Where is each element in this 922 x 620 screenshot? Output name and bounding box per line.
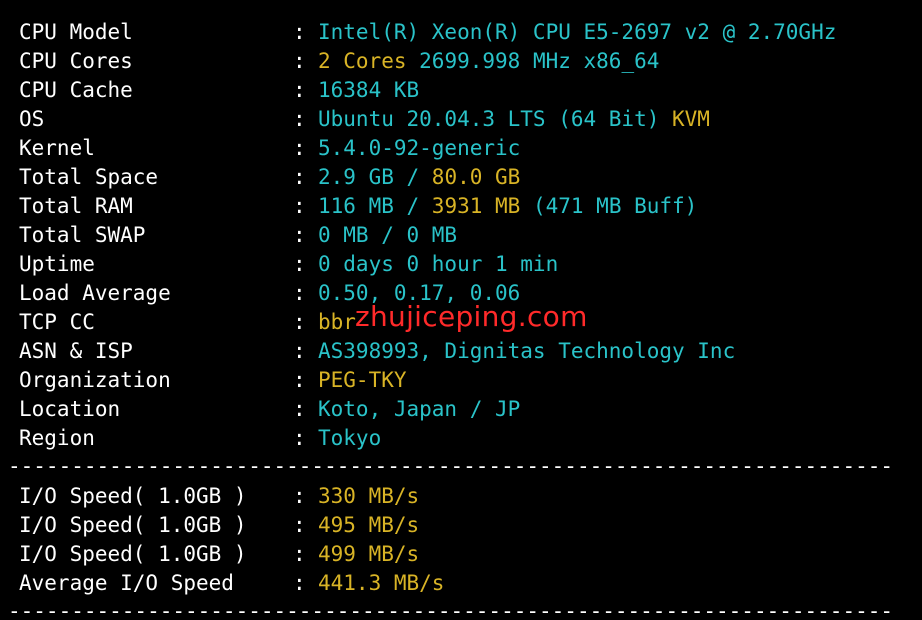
value-segment: 441.3 MB/s — [318, 571, 445, 595]
value-segment: 0 MB / 0 MB — [318, 223, 458, 247]
row-separator: : — [293, 368, 306, 392]
row-value: 441.3 MB/s — [318, 569, 444, 598]
row-separator: : — [293, 513, 306, 537]
value-segment: Tokyo — [318, 426, 382, 450]
row-label: CPU Model — [19, 20, 133, 44]
row-label: Kernel — [19, 136, 95, 160]
row-label: Region — [19, 426, 95, 450]
row-separator: : — [293, 252, 306, 276]
row-separator: : — [293, 542, 306, 566]
row-value: 5.4.0-92-generic — [318, 134, 520, 163]
value-segment: 5.4.0-92-generic — [318, 136, 521, 160]
value-segment: PEG-TKY — [318, 368, 407, 392]
terminal-window[interactable]: CPU Model: Intel(R) Xeon(R) CPU E5-2697 v… — [0, 0, 922, 620]
value-segment: AS398993, Dignitas Technology Inc — [318, 339, 736, 363]
row-label: OS — [19, 107, 45, 131]
row-separator: : — [293, 165, 306, 189]
value-segment: KVM — [659, 107, 710, 131]
row-label: Average I/O Speed — [19, 571, 234, 595]
value-segment: 80.0 GB — [431, 165, 521, 189]
row-value: AS398993, Dignitas Technology Inc — [318, 337, 735, 366]
row-label: Total Space — [19, 165, 159, 189]
value-segment: Ubuntu 20.04.3 LTS (64 Bit) — [318, 107, 660, 131]
value-segment: bbr — [318, 310, 356, 334]
value-segment: 2 Cores — [318, 49, 407, 73]
value-segment: 116 MB / — [318, 194, 432, 218]
row-value: 2 Cores 2699.998 MHz x86_64 — [318, 47, 659, 76]
row-value: 495 MB/s — [318, 511, 419, 540]
row-value: bbr — [318, 308, 356, 337]
row-value: Koto, Japan / JP — [318, 395, 520, 424]
row-label: I/O Speed( 1.0GB ) — [19, 513, 247, 537]
row-separator: : — [293, 223, 306, 247]
row-separator: : — [293, 339, 306, 363]
row-separator: : — [293, 49, 306, 73]
row-separator: : — [293, 426, 306, 450]
value-segment: 3931 MB — [431, 194, 521, 218]
row-value: Tokyo — [318, 424, 381, 453]
row-value: 116 MB / 3931 MB (471 MB Buff) — [318, 192, 697, 221]
row-separator: : — [293, 571, 306, 595]
row-label: Total SWAP — [19, 223, 146, 247]
row-separator: : — [293, 107, 306, 131]
value-segment: Intel(R) Xeon(R) CPU E5-2697 v2 @ 2.70GH… — [318, 20, 837, 44]
value-segment: 0 days 0 hour 1 min — [318, 252, 559, 276]
row-value: Ubuntu 20.04.3 LTS (64 Bit) KVM — [318, 105, 710, 134]
row-label: ASN & ISP — [19, 339, 133, 363]
row-separator: : — [293, 136, 306, 160]
row-label: Load Average — [19, 281, 171, 305]
row-value: 0 days 0 hour 1 min — [318, 250, 558, 279]
row-label: I/O Speed( 1.0GB ) — [19, 484, 247, 508]
row-separator: : — [293, 484, 306, 508]
value-segment: (471 MB Buff) — [520, 194, 698, 218]
row-separator: : — [293, 397, 306, 421]
row-label: CPU Cache — [19, 78, 133, 102]
value-segment: 16384 KB — [318, 78, 420, 102]
row-value: 16384 KB — [318, 76, 419, 105]
value-segment: 499 MB/s — [318, 542, 420, 566]
row-separator: : — [293, 281, 306, 305]
row-label: Location — [19, 397, 121, 421]
row-value: PEG-TKY — [318, 366, 407, 395]
value-segment: 330 MB/s — [318, 484, 420, 508]
row-separator: : — [293, 20, 306, 44]
row-separator: : — [293, 78, 306, 102]
row-value: 2.9 GB / 80.0 GB — [318, 163, 520, 192]
row-value: 499 MB/s — [318, 540, 419, 569]
row-label: Total RAM — [19, 194, 133, 218]
row-separator: : — [293, 310, 306, 334]
row-label: Organization — [19, 368, 171, 392]
row-label: I/O Speed( 1.0GB ) — [19, 542, 247, 566]
value-segment: Koto, Japan / JP — [318, 397, 521, 421]
row-value: Intel(R) Xeon(R) CPU E5-2697 v2 @ 2.70GH… — [318, 18, 836, 47]
row-separator: : — [293, 194, 306, 218]
value-segment: 2.9 GB / — [318, 165, 432, 189]
section-divider: ----------------------------------------… — [8, 599, 894, 620]
value-segment: 2699.998 MHz x86_64 — [406, 49, 660, 73]
row-value: 330 MB/s — [318, 482, 419, 511]
row-value: 0 MB / 0 MB — [318, 221, 457, 250]
value-segment: 495 MB/s — [318, 513, 420, 537]
row-label: CPU Cores — [19, 49, 133, 73]
row-label: Uptime — [19, 252, 95, 276]
row-label: TCP CC — [19, 310, 95, 334]
watermark-text: zhujiceping.com — [355, 300, 588, 333]
section-divider: ----------------------------------------… — [8, 454, 894, 478]
